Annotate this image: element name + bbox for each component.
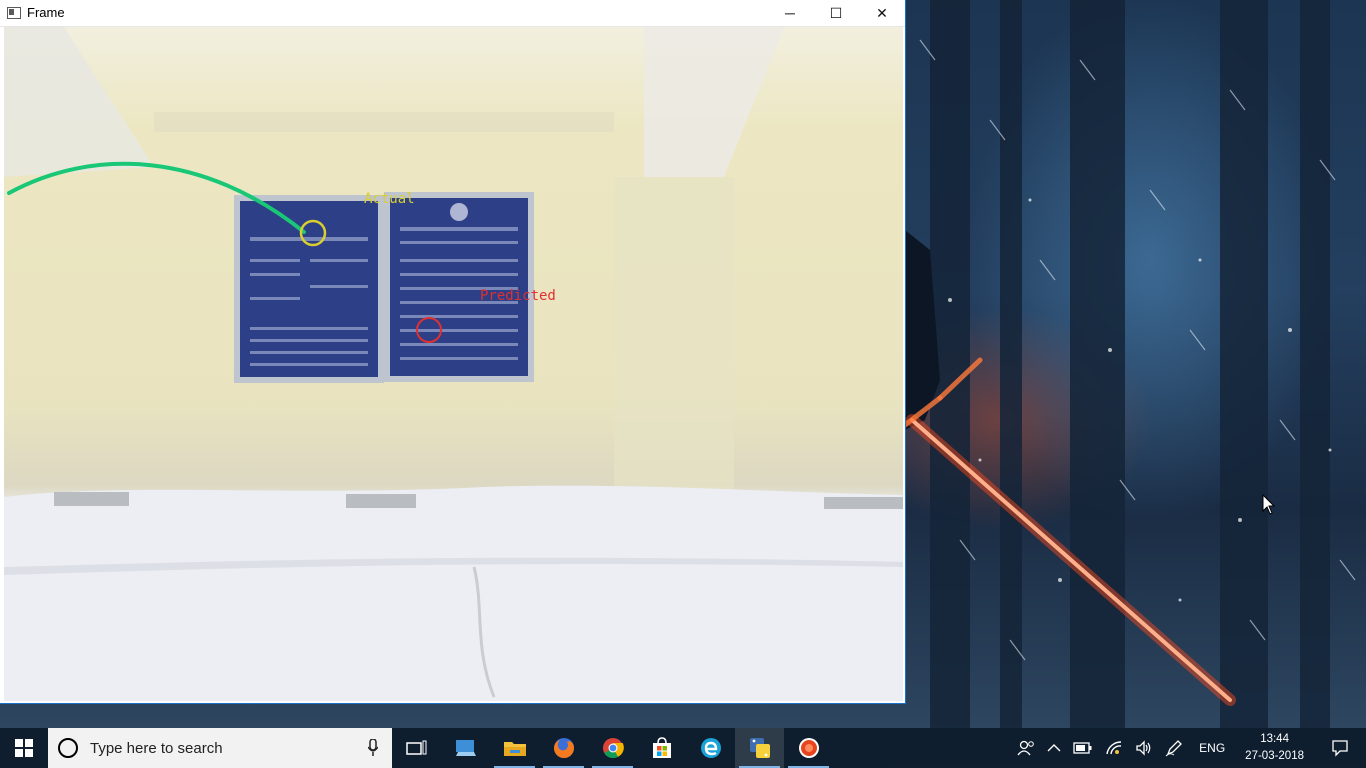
start-button[interactable] <box>0 728 48 768</box>
store-icon <box>652 737 671 758</box>
clock-date: 27-03-2018 <box>1245 750 1304 762</box>
ceiling-beam-right <box>644 27 784 177</box>
notification-icon <box>1332 740 1348 757</box>
predicted-label: Predicted <box>480 288 556 304</box>
camera-scene <box>4 27 903 701</box>
mouse-cursor-icon <box>1262 494 1276 515</box>
close-button[interactable]: ✕ <box>859 0 905 26</box>
pen-icon <box>1165 740 1183 757</box>
recorder-icon <box>798 738 819 758</box>
windows-logo-icon <box>15 739 33 757</box>
taskbar-edge-button[interactable] <box>686 728 735 768</box>
minimize-button[interactable]: ─ <box>767 0 813 26</box>
camera-feed: Actual Predicted <box>4 27 903 701</box>
ceiling-beam-left <box>4 27 154 177</box>
taskbar-search-box[interactable]: Type here to search <box>48 728 392 768</box>
speaker-icon <box>1136 740 1151 756</box>
battery-button[interactable] <box>1067 728 1099 768</box>
window-title: Frame <box>27 5 65 20</box>
file-explorer-icon <box>503 742 526 756</box>
pen-workspace-button[interactable] <box>1159 728 1189 768</box>
cloth-covered-table <box>4 485 903 701</box>
python-icon <box>749 738 770 758</box>
task-view-button[interactable] <box>392 728 441 768</box>
cortana-icon <box>58 738 78 758</box>
firefox-icon <box>553 738 574 758</box>
action-center-button[interactable] <box>1314 728 1366 768</box>
microphone-icon[interactable] <box>368 739 378 757</box>
people-icon <box>1017 740 1034 756</box>
volume-button[interactable] <box>1129 728 1159 768</box>
actual-label: Actual <box>364 191 415 207</box>
people-button[interactable] <box>1011 728 1041 768</box>
wifi-button[interactable] <box>1099 728 1129 768</box>
taskbar-python-button[interactable] <box>735 728 784 768</box>
taskbar-recorder-button[interactable] <box>784 728 833 768</box>
pc-icon <box>455 740 476 756</box>
clock[interactable]: 13:44 27-03-2018 <box>1235 731 1314 765</box>
search-placeholder: Type here to search <box>90 739 223 757</box>
taskbar: Type here to search ENG 13:44 27-03-2018 <box>0 728 1366 768</box>
edge-icon <box>700 738 721 758</box>
taskbar-firefox-button[interactable] <box>539 728 588 768</box>
window-app-icon <box>7 7 21 19</box>
taskbar-pc-button[interactable] <box>441 728 490 768</box>
task-view-icon <box>405 740 426 755</box>
system-tray: ENG 13:44 27-03-2018 <box>1011 728 1366 768</box>
wifi-icon <box>1106 741 1122 755</box>
taskbar-store-button[interactable] <box>637 728 686 768</box>
title-bar[interactable]: Frame ─ ☐ ✕ <box>0 0 905 27</box>
frame-window[interactable]: Frame ─ ☐ ✕ Actual Predicted <box>0 0 905 703</box>
chrome-icon <box>602 738 624 759</box>
chevron-up-icon <box>1047 744 1061 752</box>
battery-icon <box>1073 742 1092 754</box>
maximize-button[interactable]: ☐ <box>813 0 859 26</box>
clock-time: 13:44 <box>1260 733 1289 745</box>
show-hidden-icons-button[interactable] <box>1041 728 1067 768</box>
taskbar-chrome-button[interactable] <box>588 728 637 768</box>
language-indicator[interactable]: ENG <box>1189 741 1235 755</box>
taskbar-file-explorer-button[interactable] <box>490 728 539 768</box>
